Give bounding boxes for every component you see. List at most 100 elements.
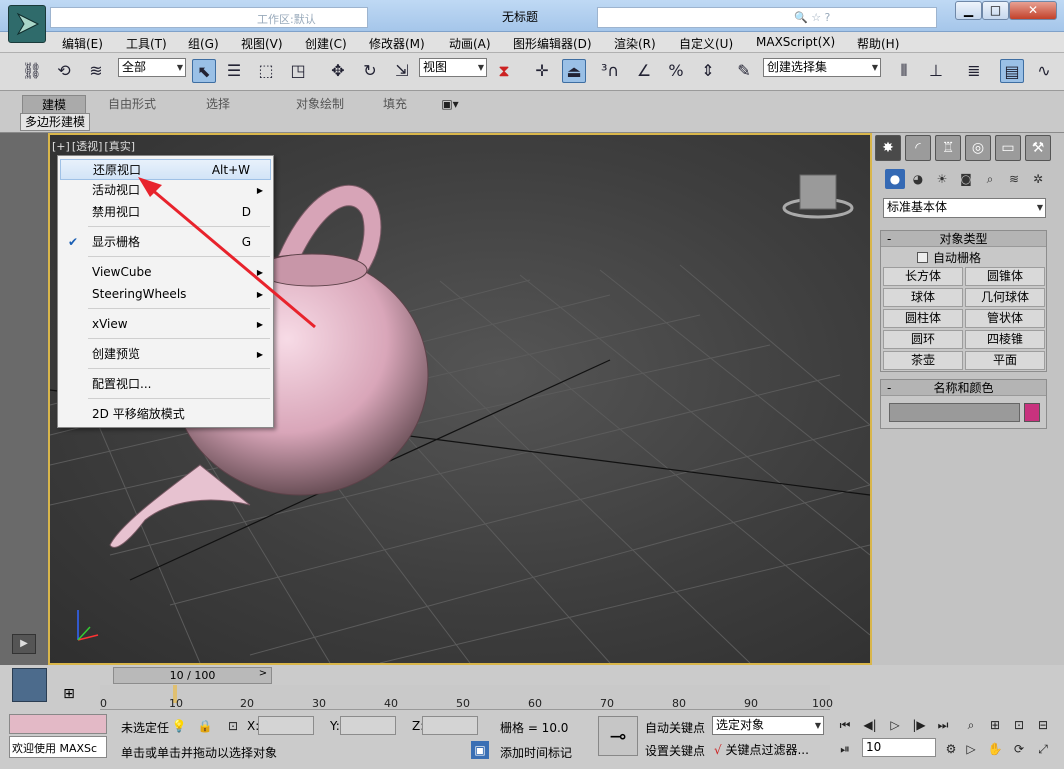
- key-filters-button[interactable]: √ 关键点过滤器...: [714, 741, 809, 758]
- reference-coordinate-dropdown[interactable]: 视图: [419, 58, 487, 77]
- shapes-icon[interactable]: ◕: [908, 169, 928, 189]
- menu-item-xview[interactable]: xView ▶: [60, 314, 271, 335]
- next-frame-arrow-icon[interactable]: >: [256, 668, 270, 683]
- primitive-type-dropdown[interactable]: 标准基本体: [883, 198, 1046, 218]
- menu-item-2d-pan-zoom[interactable]: 2D 平移缩放模式: [60, 404, 271, 425]
- viewport-pov-label[interactable]: [透视]: [72, 140, 103, 153]
- next-frame-icon[interactable]: |▶: [910, 716, 928, 734]
- scale-icon[interactable]: ⇲: [390, 59, 414, 83]
- pivot-center-icon[interactable]: ⧗: [492, 59, 516, 83]
- percent-snap-icon[interactable]: %: [664, 59, 688, 83]
- play-icon[interactable]: ▷: [886, 716, 904, 734]
- angle-snap-icon[interactable]: ∠: [632, 59, 656, 83]
- keyboard-shortcut-override-icon[interactable]: ⏏: [562, 59, 586, 83]
- mirror-icon[interactable]: ⫴: [892, 59, 916, 83]
- quick-access-field[interactable]: 工作区:默认: [50, 7, 368, 28]
- lock-selection-icon[interactable]: 🔒: [196, 717, 214, 735]
- autogrid-checkbox[interactable]: 自动栅格: [917, 249, 981, 266]
- space-warps-icon[interactable]: ≋: [1004, 169, 1024, 189]
- z-coordinate-field[interactable]: [422, 716, 478, 735]
- maximize-button[interactable]: □: [982, 1, 1009, 20]
- rectangular-selection-icon[interactable]: ⬚: [254, 59, 278, 83]
- unlink-icon[interactable]: ⟲: [52, 59, 76, 83]
- x-coordinate-field[interactable]: [258, 716, 314, 735]
- zoom-extents-icon[interactable]: ⊡: [1010, 716, 1028, 734]
- tab-object-paint[interactable]: 对象绘制: [270, 95, 370, 113]
- move-icon[interactable]: ✥: [326, 59, 350, 83]
- key-mode-toggle-icon[interactable]: ⏯: [836, 740, 854, 758]
- menu-item-show-grid[interactable]: ✔ 显示栅格 G: [60, 232, 271, 253]
- close-button[interactable]: ✕: [1009, 1, 1057, 20]
- zoom-icon[interactable]: ⌕: [962, 716, 980, 734]
- select-by-name-icon[interactable]: ☰: [222, 59, 246, 83]
- polygon-modeling-panel[interactable]: 多边形建模: [20, 113, 91, 131]
- spinner-snap-icon[interactable]: ⇕: [696, 59, 720, 83]
- minimize-button[interactable]: ▁: [955, 1, 982, 20]
- zoom-extents-all-icon[interactable]: ⊟: [1034, 716, 1052, 734]
- motion-tab-icon[interactable]: ◎: [965, 135, 991, 161]
- add-time-tag-button[interactable]: 添加时间标记: [500, 744, 572, 761]
- key-mode-dropdown[interactable]: 选定对象: [712, 716, 824, 735]
- y-coordinate-field[interactable]: [340, 716, 396, 735]
- helpers-icon[interactable]: ⌕: [980, 169, 1000, 189]
- menu-item-steeringwheels[interactable]: SteeringWheels ▶: [60, 284, 271, 305]
- pan-view-icon[interactable]: ✋: [986, 740, 1004, 758]
- create-tab-icon[interactable]: ✸: [875, 135, 901, 161]
- menu-create[interactable]: 创建(C): [305, 35, 347, 52]
- link-icon[interactable]: ⛓: [20, 59, 44, 83]
- menu-item-restore-viewport[interactable]: 还原视口 Alt+W: [60, 159, 271, 180]
- zoom-all-icon[interactable]: ⊞: [986, 716, 1004, 734]
- menu-animation[interactable]: 动画(A): [449, 35, 491, 52]
- menu-help[interactable]: 帮助(H): [857, 35, 899, 52]
- window-crossing-icon[interactable]: ◳: [286, 59, 310, 83]
- auto-key-button[interactable]: 自动关键点: [645, 719, 705, 736]
- menu-item-create-preview[interactable]: 创建预览 ▶: [60, 344, 271, 365]
- time-tag-icon[interactable]: ▣: [471, 741, 489, 759]
- utilities-tab-icon[interactable]: ⚒: [1025, 135, 1051, 161]
- viewport-menu-label[interactable]: [+]: [52, 140, 70, 153]
- menu-item-viewcube[interactable]: ViewCube ▶: [60, 262, 271, 283]
- sphere-button[interactable]: 球体: [883, 288, 963, 307]
- cone-button[interactable]: 圆锥体: [965, 267, 1045, 286]
- modify-tab-icon[interactable]: ◜: [905, 135, 931, 161]
- menu-view[interactable]: 视图(V): [241, 35, 283, 52]
- object-type-header[interactable]: 对象类型: [881, 231, 1046, 247]
- tab-selection[interactable]: 选择: [186, 95, 250, 113]
- layer-manager-icon[interactable]: ≣: [962, 59, 986, 83]
- time-configuration-icon[interactable]: ⚙: [942, 740, 960, 758]
- select-manipulate-icon[interactable]: ✛: [530, 59, 554, 83]
- mini-listener-icon[interactable]: [12, 668, 47, 702]
- menu-group[interactable]: 组(G): [188, 35, 219, 52]
- set-key-icon[interactable]: ⊸: [598, 716, 638, 756]
- current-frame-field[interactable]: 10: [862, 738, 936, 757]
- torus-button[interactable]: 圆环: [883, 330, 963, 349]
- field-of-view-icon[interactable]: ▷: [962, 740, 980, 758]
- lights-icon[interactable]: ☀: [932, 169, 952, 189]
- geosphere-button[interactable]: 几何球体: [965, 288, 1045, 307]
- cylinder-button[interactable]: 圆柱体: [883, 309, 963, 328]
- app-menu-button[interactable]: [8, 5, 46, 43]
- display-tab-icon[interactable]: ▭: [995, 135, 1021, 161]
- edit-named-selection-icon[interactable]: ✎: [732, 59, 756, 83]
- menu-item-disable-viewport[interactable]: 禁用视口 D: [60, 202, 271, 223]
- menu-item-active-viewport[interactable]: 活动视口 ▶: [60, 180, 271, 201]
- plane-button[interactable]: 平面: [965, 351, 1045, 370]
- tube-button[interactable]: 管状体: [965, 309, 1045, 328]
- go-to-end-icon[interactable]: ⏭: [934, 716, 952, 734]
- menu-graph-editors[interactable]: 图形编辑器(D): [513, 35, 592, 52]
- menu-item-configure-viewports[interactable]: 配置视口...: [60, 374, 271, 395]
- align-icon[interactable]: ⊥: [924, 59, 948, 83]
- tab-freeform[interactable]: 自由形式: [96, 95, 168, 113]
- track-bar-icon[interactable]: ⊞: [58, 686, 80, 704]
- hierarchy-tab-icon[interactable]: ♖: [935, 135, 961, 161]
- geometry-icon[interactable]: ●: [885, 169, 905, 189]
- maximize-viewport-icon[interactable]: ⤢: [1034, 740, 1052, 758]
- tab-modeling[interactable]: 建模: [22, 95, 86, 113]
- object-color-swatch[interactable]: [1024, 403, 1040, 422]
- selection-filter-dropdown[interactable]: 全部: [118, 58, 186, 77]
- go-to-start-icon[interactable]: ⏮: [836, 716, 854, 734]
- menu-modifiers[interactable]: 修改器(M): [369, 35, 425, 52]
- systems-icon[interactable]: ✲: [1028, 169, 1048, 189]
- set-key-button[interactable]: 设置关键点: [645, 742, 705, 759]
- timeline-track[interactable]: 0 10 20 30 40 50 60 70 80 90 100: [100, 685, 833, 710]
